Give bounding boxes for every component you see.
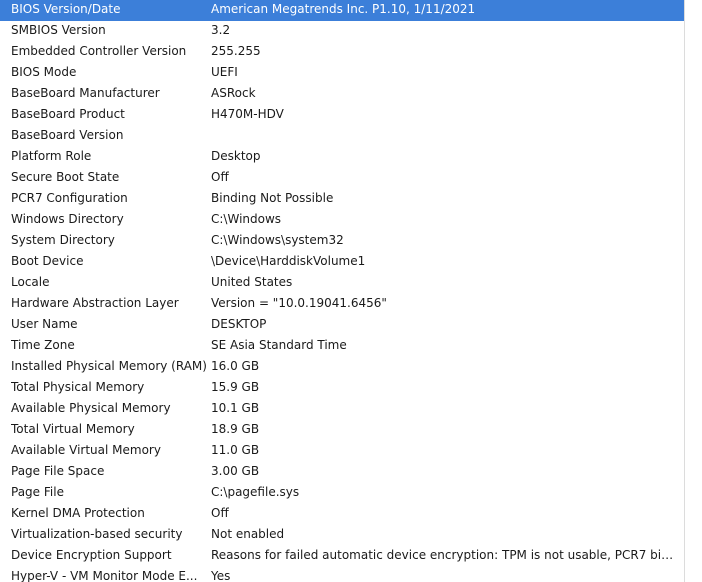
item-label: Boot Device bbox=[11, 254, 84, 268]
item-label: Secure Boot State bbox=[11, 170, 120, 184]
item-value: Not enabled bbox=[211, 527, 285, 541]
item-label: PCR7 Configuration bbox=[11, 191, 128, 205]
list-item[interactable]: Available Physical Memory 10.1 GB bbox=[0, 399, 684, 420]
list-item[interactable]: Embedded Controller Version 255.255 bbox=[0, 42, 684, 63]
item-label: Kernel DMA Protection bbox=[11, 506, 145, 520]
item-value: ASRock bbox=[211, 86, 256, 100]
list-item[interactable]: PCR7 Configuration Binding Not Possible bbox=[0, 189, 684, 210]
list-divider bbox=[684, 0, 685, 582]
list-item[interactable]: Time Zone SE Asia Standard Time bbox=[0, 336, 684, 357]
item-value: Version = "10.0.19041.6456" bbox=[211, 296, 387, 310]
item-value: SE Asia Standard Time bbox=[211, 338, 347, 352]
list-item[interactable]: System Directory C:\Windows\system32 bbox=[0, 231, 684, 252]
item-value: 3.00 GB bbox=[211, 464, 260, 478]
list-item[interactable]: Secure Boot State Off bbox=[0, 168, 684, 189]
list-item[interactable]: Device Encryption Support Reasons for fai… bbox=[0, 546, 684, 567]
item-value: C:\Windows\system32 bbox=[211, 233, 344, 247]
list-item[interactable]: Total Physical Memory 15.9 GB bbox=[0, 378, 684, 399]
item-label: User Name bbox=[11, 317, 78, 331]
item-value: UEFI bbox=[211, 65, 238, 79]
item-label: Available Physical Memory bbox=[11, 401, 171, 415]
list-item[interactable]: Platform Role Desktop bbox=[0, 147, 684, 168]
item-label: Platform Role bbox=[11, 149, 92, 163]
list-item[interactable]: Windows Directory C:\Windows bbox=[0, 210, 684, 231]
list-item[interactable]: Boot Device \Device\HarddiskVolume1 bbox=[0, 252, 684, 273]
list-item[interactable]: Locale United States bbox=[0, 273, 684, 294]
item-label: Total Physical Memory bbox=[11, 380, 145, 394]
item-label: Embedded Controller Version bbox=[11, 44, 187, 58]
list-item[interactable]: Installed Physical Memory (RAM) 16.0 GB bbox=[0, 357, 684, 378]
item-label: SMBIOS Version bbox=[11, 23, 106, 37]
item-label: Time Zone bbox=[11, 338, 75, 352]
list-item[interactable]: BaseBoard Version bbox=[0, 126, 684, 147]
item-value: 10.1 GB bbox=[211, 401, 260, 415]
item-value: 16.0 GB bbox=[211, 359, 260, 373]
item-label: Page File Space bbox=[11, 464, 105, 478]
item-value: \Device\HarddiskVolume1 bbox=[211, 254, 366, 268]
list-item[interactable]: Total Virtual Memory 18.9 GB bbox=[0, 420, 684, 441]
item-value: 15.9 GB bbox=[211, 380, 260, 394]
list-item[interactable]: BaseBoard Manufacturer ASRock bbox=[0, 84, 684, 105]
item-value: 3.2 bbox=[211, 23, 231, 37]
item-value: 18.9 GB bbox=[211, 422, 260, 436]
item-value: H470M-HDV bbox=[211, 107, 284, 121]
item-label: BaseBoard Product bbox=[11, 107, 125, 121]
list-item[interactable]: Page File Space 3.00 GB bbox=[0, 462, 684, 483]
item-value: 255.255 bbox=[211, 44, 261, 58]
item-value: Yes bbox=[211, 569, 231, 582]
item-label: BIOS Version/Date bbox=[11, 2, 121, 16]
item-label: Hyper-V - VM Monitor Mode E... bbox=[11, 569, 198, 582]
item-label: Total Virtual Memory bbox=[11, 422, 135, 436]
item-label: Hardware Abstraction Layer bbox=[11, 296, 179, 310]
list-item[interactable]: BaseBoard Product H470M-HDV bbox=[0, 105, 684, 126]
list-item[interactable]: Kernel DMA Protection Off bbox=[0, 504, 684, 525]
list-item[interactable]: Virtualization-based security Not enabled bbox=[0, 525, 684, 546]
item-label: Installed Physical Memory (RAM) bbox=[11, 359, 207, 373]
item-value: C:\pagefile.sys bbox=[211, 485, 300, 499]
item-label: Virtualization-based security bbox=[11, 527, 183, 541]
item-label: BIOS Mode bbox=[11, 65, 77, 79]
item-value: American Megatrends Inc. P1.10, 1/11/202… bbox=[211, 2, 476, 16]
item-label: System Directory bbox=[11, 233, 115, 247]
item-value: Off bbox=[211, 170, 229, 184]
item-value: Desktop bbox=[211, 149, 261, 163]
item-value: Binding Not Possible bbox=[211, 191, 334, 205]
list-item[interactable]: Hardware Abstraction Layer Version = "10.… bbox=[0, 294, 684, 315]
list-item[interactable]: Available Virtual Memory 11.0 GB bbox=[0, 441, 684, 462]
list-item[interactable]: BIOS Mode UEFI bbox=[0, 63, 684, 84]
system-summary-list[interactable]: BIOS Version/Date American Megatrends Inc… bbox=[0, 0, 684, 582]
item-value: Reasons for failed automatic device encr… bbox=[211, 548, 679, 562]
item-label: Available Virtual Memory bbox=[11, 443, 161, 457]
item-label: Page File bbox=[11, 485, 64, 499]
item-label: BaseBoard Version bbox=[11, 128, 124, 142]
item-value: United States bbox=[211, 275, 293, 289]
list-item[interactable]: Hyper-V - VM Monitor Mode E... Yes bbox=[0, 567, 684, 582]
item-label: BaseBoard Manufacturer bbox=[11, 86, 160, 100]
item-value: 11.0 GB bbox=[211, 443, 260, 457]
item-value: DESKTOP bbox=[211, 317, 267, 331]
item-label: Windows Directory bbox=[11, 212, 124, 226]
item-label: Device Encryption Support bbox=[11, 548, 172, 562]
item-value: Off bbox=[211, 506, 229, 520]
item-value: C:\Windows bbox=[211, 212, 282, 226]
list-item[interactable]: User Name DESKTOP bbox=[0, 315, 684, 336]
list-item[interactable]: Page File C:\pagefile.sys bbox=[0, 483, 684, 504]
list-item[interactable]: SMBIOS Version 3.2 bbox=[0, 21, 684, 42]
list-item[interactable]: BIOS Version/Date American Megatrends Inc… bbox=[0, 0, 684, 21]
item-label: Locale bbox=[11, 275, 50, 289]
